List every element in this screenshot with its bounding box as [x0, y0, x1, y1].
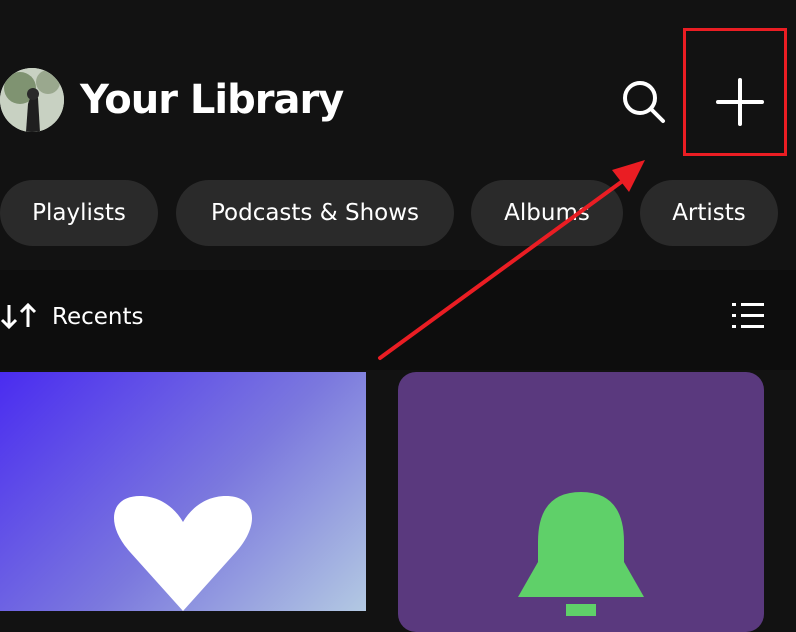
library-header: Your Library — [0, 0, 796, 160]
heart-icon — [113, 496, 253, 611]
avatar[interactable] — [0, 68, 64, 132]
your-episodes-card[interactable] — [398, 372, 764, 632]
filter-chips: Playlists Podcasts & Shows Albums Artist… — [0, 180, 796, 246]
filter-chip-albums[interactable]: Albums — [471, 180, 623, 246]
page-title: Your Library — [80, 77, 344, 123]
sort-label[interactable]: Recents — [52, 302, 143, 332]
filter-chip-podcasts-shows[interactable]: Podcasts & Shows — [176, 180, 454, 246]
filter-chip-playlists[interactable]: Playlists — [0, 180, 158, 246]
list-view-icon[interactable] — [731, 300, 765, 332]
annotation-highlight-box — [683, 28, 787, 156]
sort-arrows-icon[interactable] — [0, 302, 38, 330]
search-icon[interactable] — [620, 78, 666, 124]
filter-chip-artists[interactable]: Artists — [640, 180, 778, 246]
liked-songs-card[interactable] — [0, 372, 366, 611]
bell-icon — [518, 492, 644, 616]
